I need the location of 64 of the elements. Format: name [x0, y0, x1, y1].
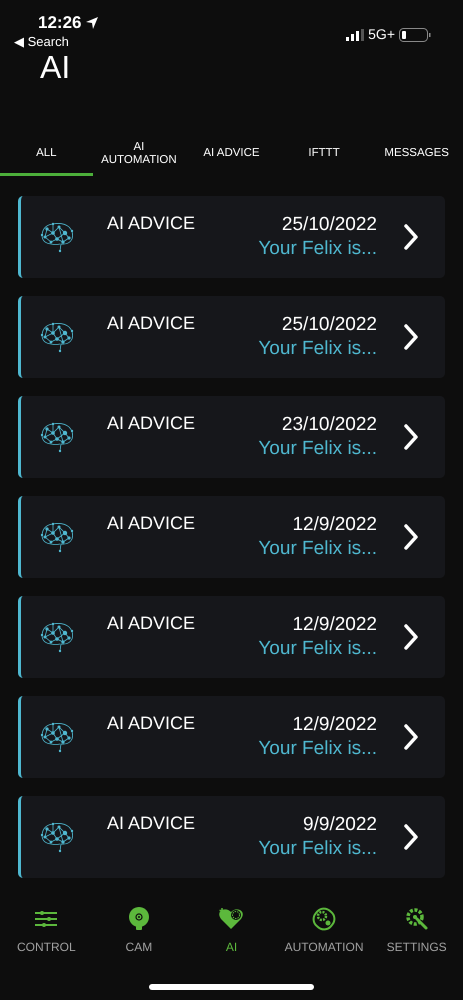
- gear-wrench-icon: [404, 907, 429, 931]
- card-title: AI ADVICE: [107, 613, 196, 633]
- chevron-right-icon: [403, 223, 419, 251]
- card-title: AI ADVICE: [107, 813, 196, 833]
- card-date: 23/10/2022: [282, 413, 377, 437]
- card-preview: Your Felix is...: [258, 537, 377, 561]
- advice-card[interactable]: AI ADVICE 12/9/2022 Your Felix is...: [18, 496, 445, 578]
- card-date: 25/10/2022: [282, 313, 377, 337]
- advice-card[interactable]: AI ADVICE 25/10/2022 Your Felix is...: [18, 196, 445, 278]
- location-arrow-icon: [85, 16, 100, 30]
- battery-icon: [399, 28, 431, 42]
- card-date: 12/9/2022: [292, 713, 377, 737]
- card-preview: Your Felix is...: [258, 837, 377, 861]
- card-preview: Your Felix is...: [258, 737, 377, 761]
- brain-network-icon: [39, 721, 75, 753]
- tab[interactable]: MESSAGES: [370, 134, 463, 176]
- chevron-right-icon: [403, 823, 419, 851]
- tab[interactable]: ALL: [0, 134, 93, 176]
- signal-icon: [346, 28, 364, 40]
- tab[interactable]: AI ADVICE: [185, 134, 278, 176]
- chevron-right-icon: [403, 523, 419, 551]
- chevron-right-icon: [403, 623, 419, 651]
- advice-card[interactable]: AI ADVICE 25/10/2022 Your Felix is...: [18, 296, 445, 378]
- tab[interactable]: AI AUTOMATION: [92, 134, 186, 176]
- advice-card[interactable]: AI ADVICE 23/10/2022 Your Felix is...: [18, 396, 445, 478]
- brain-network-icon: [39, 221, 75, 253]
- camera-icon: [128, 907, 150, 931]
- advice-card[interactable]: AI ADVICE 9/9/2022 Your Felix is...: [18, 796, 445, 878]
- brain-network-icon: [39, 321, 75, 353]
- page-title: AI: [40, 50, 70, 84]
- nav-tab[interactable]: CONTROL: [0, 906, 93, 956]
- brain-network-icon: [39, 621, 75, 653]
- status-time: 12:26: [38, 12, 82, 34]
- advice-card[interactable]: AI ADVICE 12/9/2022 Your Felix is...: [18, 596, 445, 678]
- tab[interactable]: IFTTT: [278, 134, 370, 176]
- network-label: 5G+: [368, 25, 395, 44]
- card-title: AI ADVICE: [107, 213, 196, 233]
- card-preview: Your Felix is...: [258, 237, 377, 261]
- heart-brain-icon: [218, 907, 244, 931]
- card-preview: Your Felix is...: [258, 337, 377, 361]
- back-link[interactable]: ◀ Search: [14, 34, 69, 50]
- nav-tab[interactable]: SETTINGS: [370, 906, 463, 956]
- card-title: AI ADVICE: [107, 513, 196, 533]
- chevron-right-icon: [403, 423, 419, 451]
- card-title: AI ADVICE: [107, 313, 196, 333]
- sliders-icon: [34, 910, 58, 928]
- card-date: 12/9/2022: [292, 513, 377, 537]
- card-title: AI ADVICE: [107, 413, 196, 433]
- card-preview: Your Felix is...: [258, 637, 377, 661]
- brain-network-icon: [39, 421, 75, 453]
- nav-tab[interactable]: CAM: [92, 906, 186, 956]
- brain-network-icon: [39, 521, 75, 553]
- gears-icon: [312, 907, 336, 931]
- card-date: 12/9/2022: [292, 613, 377, 637]
- brain-network-icon: [39, 821, 75, 853]
- nav-tab[interactable]: AUTOMATION: [278, 906, 370, 956]
- card-preview: Your Felix is...: [258, 437, 377, 461]
- chevron-right-icon: [403, 723, 419, 751]
- advice-card[interactable]: AI ADVICE 12/9/2022 Your Felix is...: [18, 696, 445, 778]
- chevron-right-icon: [403, 323, 419, 351]
- nav-tab[interactable]: AI: [185, 906, 278, 956]
- card-date: 9/9/2022: [303, 813, 377, 837]
- card-title: AI ADVICE: [107, 713, 196, 733]
- card-date: 25/10/2022: [282, 213, 377, 237]
